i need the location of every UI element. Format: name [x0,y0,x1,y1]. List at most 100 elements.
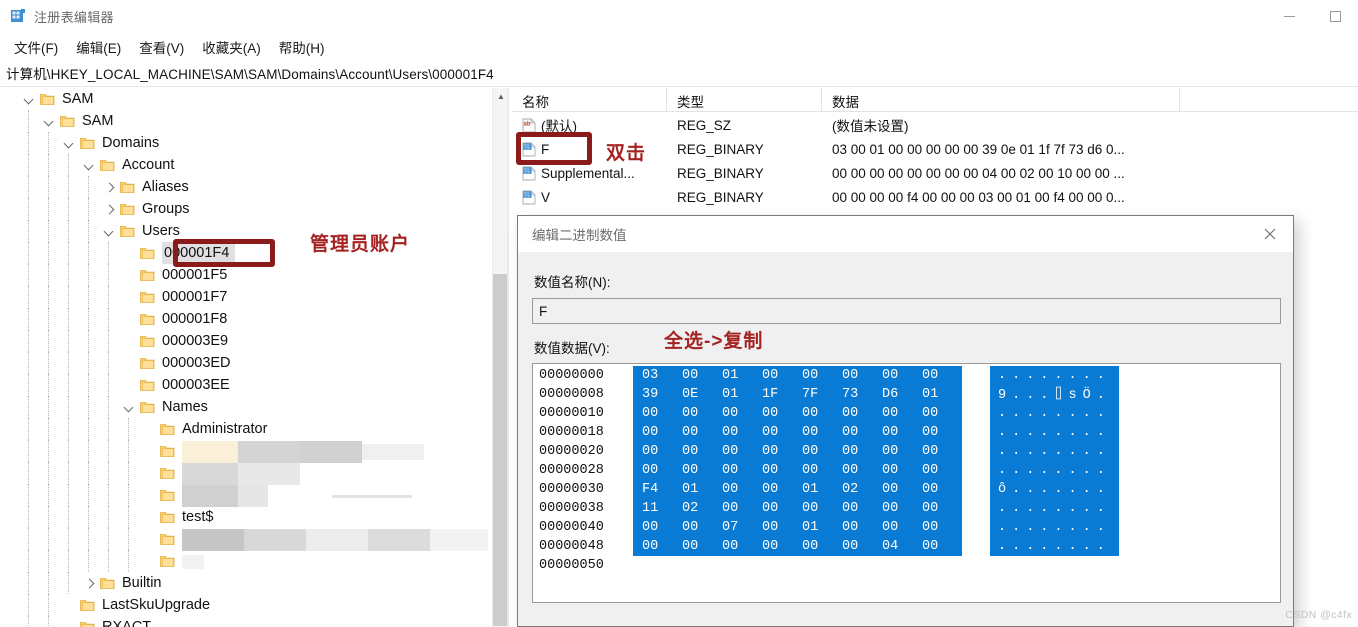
hex-byte[interactable]: 00 [842,406,882,421]
hex-byte[interactable]: 00 [802,406,842,421]
column-header-type[interactable]: 类型 [667,88,822,112]
tree-node-redacted[interactable] [0,462,492,485]
hex-byte[interactable]: 01 [722,368,762,383]
tree-node-account[interactable]: Account [0,154,492,176]
hex-byte[interactable]: 00 [682,539,722,554]
tree-node-000003ed[interactable]: 000003ED [0,352,492,374]
hex-byte[interactable]: 02 [842,482,882,497]
hex-byte[interactable]: 00 [722,444,762,459]
menu-edit[interactable]: 编辑(E) [67,34,130,60]
hex-byte[interactable]: 00 [882,425,922,440]
hex-bytes[interactable]: 39 0E 01 1F 7F 73 D6 01 [633,385,962,404]
hex-byte[interactable]: 00 [762,406,802,421]
tree-node-names[interactable]: Names [0,396,492,418]
tree-node-groups[interactable]: Groups [0,198,492,220]
hex-byte[interactable]: 1F [762,387,802,402]
chevron-down-icon[interactable] [58,132,80,154]
hex-byte[interactable]: 00 [922,368,962,383]
tree-node-sam[interactable]: SAM [0,88,492,110]
hex-byte[interactable]: 01 [802,482,842,497]
tree-node-000001f8[interactable]: 000001F8 [0,308,492,330]
hex-byte[interactable]: 00 [722,539,762,554]
hex-bytes[interactable]: 00 00 00 00 00 00 00 00 [633,404,962,423]
hex-byte[interactable]: 00 [802,444,842,459]
hex-bytes[interactable]: 00 00 00 00 00 00 04 00 [633,537,962,556]
hex-ascii[interactable]: ........ [990,537,1119,556]
menu-view[interactable]: 查看(V) [130,34,193,60]
hex-byte[interactable]: 07 [722,520,762,535]
hex-byte[interactable]: 00 [802,539,842,554]
hex-byte[interactable]: 00 [922,406,962,421]
hex-byte[interactable]: 00 [842,368,882,383]
hex-byte[interactable]: 00 [642,444,682,459]
hex-ascii[interactable]: ô....... [990,480,1119,499]
hex-byte[interactable]: 0E [682,387,722,402]
tree-node-redacted[interactable] [0,528,492,551]
chevron-right-icon[interactable] [98,198,120,220]
hex-byte[interactable]: 01 [922,387,962,402]
hex-byte[interactable]: 00 [882,463,922,478]
chevron-down-icon[interactable] [38,110,60,132]
hex-byte[interactable]: 39 [642,387,682,402]
hex-byte[interactable]: 7F [802,387,842,402]
hex-byte[interactable]: 01 [802,520,842,535]
hex-byte[interactable]: 00 [682,444,722,459]
chevron-right-icon[interactable] [78,572,100,594]
hex-ascii[interactable]: ........ [990,461,1119,480]
hex-byte[interactable]: 00 [682,425,722,440]
hex-byte[interactable]: 00 [642,425,682,440]
hex-byte[interactable]: 00 [802,425,842,440]
hex-byte[interactable]: 03 [642,368,682,383]
tree-node-000003ee[interactable]: 000003EE [0,374,492,396]
hex-byte[interactable]: 00 [922,463,962,478]
hex-byte[interactable]: 00 [642,463,682,478]
hex-byte[interactable]: 00 [682,520,722,535]
tree-node-users[interactable]: Users [0,220,492,242]
tree-node-administrator[interactable]: Administrator [0,418,492,440]
menu-favorites[interactable]: 收藏夹(A) [193,34,270,60]
hex-byte[interactable]: 01 [722,387,762,402]
hex-bytes[interactable]: 00 00 00 00 00 00 00 00 [633,442,962,461]
tree-node-000003e9[interactable]: 000003E9 [0,330,492,352]
hex-byte[interactable]: 00 [762,501,802,516]
hex-bytes[interactable]: 00 00 07 00 01 00 00 00 [633,518,962,537]
value-name-input[interactable] [532,298,1281,324]
hex-byte[interactable]: 00 [882,482,922,497]
hex-byte[interactable]: 00 [722,463,762,478]
tree-node-domains[interactable]: Domains [0,132,492,154]
tree-node-redacted[interactable] [0,484,492,507]
hex-byte[interactable]: 02 [682,501,722,516]
hex-byte[interactable]: 00 [762,444,802,459]
menu-help[interactable]: 帮助(H) [270,34,334,60]
hex-byte[interactable]: 00 [882,368,922,383]
hex-byte[interactable]: 00 [882,406,922,421]
hex-byte[interactable]: 00 [842,501,882,516]
hex-bytes[interactable]: F4 01 00 00 01 02 00 00 [633,480,962,499]
hex-byte[interactable]: 00 [922,520,962,535]
tree-node-sam[interactable]: SAM [0,110,492,132]
tree-node-test$[interactable]: test$ [0,506,492,528]
hex-byte[interactable]: 00 [722,425,762,440]
hex-byte[interactable]: 00 [802,463,842,478]
tree-node-aliases[interactable]: Aliases [0,176,492,198]
hex-byte[interactable]: 00 [842,425,882,440]
tree-node-redacted[interactable] [0,550,492,572]
hex-byte[interactable]: 00 [842,463,882,478]
maximize-button[interactable] [1312,0,1358,32]
chevron-down-icon[interactable] [78,154,100,176]
hex-byte[interactable]: 00 [802,368,842,383]
hex-byte[interactable]: 00 [762,463,802,478]
tree-node-redacted[interactable] [0,440,492,463]
hex-byte[interactable]: 00 [762,425,802,440]
hex-bytes[interactable]: 00 00 00 00 00 00 00 00 [633,423,962,442]
tree-node-000001f5[interactable]: 000001F5 [0,264,492,286]
hex-byte[interactable]: 00 [642,520,682,535]
hex-byte[interactable]: 00 [682,406,722,421]
hex-byte[interactable]: 00 [762,368,802,383]
hex-ascii[interactable]: ........ [990,366,1119,385]
column-header-name[interactable]: 名称 [512,88,667,112]
address-bar[interactable]: 计算机\HKEY_LOCAL_MACHINE\SAM\SAM\Domains\A… [0,60,1358,86]
hex-byte[interactable]: D6 [882,387,922,402]
hex-bytes[interactable]: 03 00 01 00 00 00 00 00 [633,366,962,385]
value-row[interactable]: 011 110 V REG_BINARY 00 00 00 00 f4 00 00 00… [512,185,1358,209]
